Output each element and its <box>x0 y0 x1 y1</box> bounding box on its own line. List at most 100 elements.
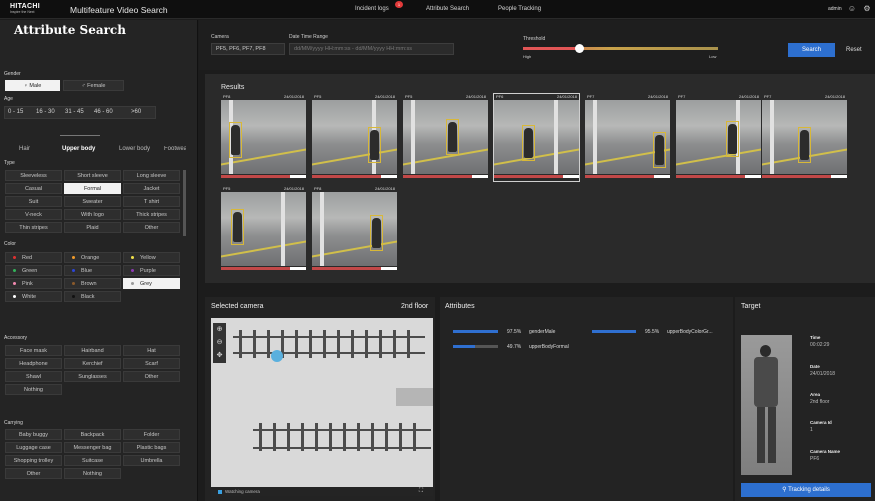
type-option[interactable]: Suit <box>5 196 62 207</box>
color-name: Red <box>22 255 33 261</box>
gear-icon[interactable]: ⚙ <box>862 4 872 14</box>
carrying-label: Carrying <box>4 420 23 426</box>
gender-label: Gender <box>4 71 21 77</box>
zoom-in-icon[interactable]: ⊕ <box>213 323 226 336</box>
carrying-option[interactable]: Other <box>5 468 62 479</box>
reset-button[interactable]: Reset <box>846 47 862 53</box>
pan-icon[interactable]: ✥ <box>213 349 226 362</box>
accessory-option[interactable]: Hat <box>123 345 180 356</box>
color-blue[interactable]: Blue <box>64 265 121 276</box>
color-name: Yellow <box>140 255 156 261</box>
accessory-option[interactable]: Scarf <box>123 358 180 369</box>
camera-floor: 2nd floor <box>401 303 429 310</box>
age-16-30[interactable]: 16 - 30 <box>36 109 55 115</box>
color-black[interactable]: Black <box>64 291 121 302</box>
type-option[interactable]: Long sleeve <box>123 170 180 181</box>
color-white[interactable]: White <box>5 291 62 302</box>
result-thumbnail[interactable]: PF5 24/01/2018 <box>403 94 488 181</box>
carrying-option[interactable]: Shopping trolley <box>5 455 62 466</box>
carrying-option[interactable]: Backpack <box>64 429 121 440</box>
map-gate <box>351 330 354 358</box>
age-31-45[interactable]: 31 - 45 <box>65 109 84 115</box>
age-selector[interactable]: 0 - 15 16 - 30 31 - 45 46 - 60 >60 <box>4 106 156 119</box>
gender-female-button[interactable]: ♂ Female <box>63 80 124 91</box>
type-option[interactable]: Thick stripes <box>123 209 180 220</box>
accessory-option[interactable]: Other <box>123 371 180 382</box>
type-option[interactable]: With logo <box>64 209 121 220</box>
color-brown[interactable]: Brown <box>64 278 121 289</box>
color-purple[interactable]: Purple <box>123 265 180 276</box>
carrying-option[interactable]: Suitcase <box>64 455 121 466</box>
tracking-details-button[interactable]: ⚲ Tracking details <box>741 483 871 497</box>
age-46-60[interactable]: 46 - 60 <box>94 109 113 115</box>
map-gate <box>315 423 318 451</box>
result-thumbnail[interactable]: PF7 24/01/2018 <box>585 94 670 181</box>
color-pink[interactable]: Pink <box>5 278 62 289</box>
threshold-high: High <box>523 54 532 59</box>
color-red[interactable]: Red <box>5 252 62 263</box>
accessory-option[interactable]: Face mask <box>5 345 62 356</box>
type-option[interactable]: Short sleeve <box>64 170 121 181</box>
camera-marker[interactable] <box>271 350 283 362</box>
carrying-option[interactable]: Luggage case <box>5 442 62 453</box>
color-green[interactable]: Green <box>5 265 62 276</box>
tab-hair[interactable]: Hair <box>19 146 30 152</box>
carrying-option[interactable]: Umbrella <box>123 455 180 466</box>
camera-select[interactable]: PF5, PF6, PF7, PF8 <box>211 43 285 55</box>
type-option[interactable]: T shirt <box>123 196 180 207</box>
type-option-selected[interactable]: Formal <box>64 183 121 194</box>
result-thumbnail[interactable]: PF6 24/01/2018 <box>493 93 580 182</box>
result-thumbnail[interactable]: PF8 24/01/2018 <box>221 94 306 181</box>
type-option[interactable]: Sleeveless <box>5 170 62 181</box>
user-name[interactable]: admin <box>828 6 842 12</box>
type-option[interactable]: Other <box>123 222 180 233</box>
result-thumbnail[interactable]: PF7 24/01/2018 <box>676 94 761 181</box>
carrying-option[interactable]: Messenger bag <box>64 442 121 453</box>
accessory-option[interactable]: Nothing <box>5 384 62 395</box>
accessory-option[interactable]: Headphone <box>5 358 62 369</box>
accessory-option[interactable]: Hairband <box>64 345 121 356</box>
type-option[interactable]: Plaid <box>64 222 121 233</box>
map-gate <box>393 330 396 358</box>
time-label: Time <box>810 335 821 340</box>
result-thumbnail[interactable]: PF7 24/01/2018 <box>762 94 847 181</box>
result-thumbnail[interactable]: PF5 24/01/2018 <box>312 94 397 181</box>
carrying-option[interactable]: Plastic bags <box>123 442 180 453</box>
color-yellow[interactable]: Yellow <box>123 252 180 263</box>
type-option[interactable]: Jacket <box>123 183 180 194</box>
age-label: Age <box>4 96 13 102</box>
age-0-15[interactable]: 0 - 15 <box>8 109 23 115</box>
result-thumbnail[interactable]: PF8 24/01/2018 <box>312 186 397 273</box>
nav-people-tracking[interactable]: People Tracking <box>498 6 541 12</box>
fullscreen-icon[interactable]: ⛶ <box>416 486 426 496</box>
date-range-input[interactable]: dd/MM/yyyy HH:mm:ss - dd/MM/yyyy HH:mm:s… <box>289 43 454 55</box>
result-thumbnail[interactable]: PF5 24/01/2018 <box>221 186 306 273</box>
carrying-option[interactable]: Baby buggy <box>5 429 62 440</box>
tab-lower-body[interactable]: Lower body <box>119 146 150 152</box>
type-option[interactable]: V-neck <box>5 209 62 220</box>
carrying-option[interactable]: Nothing <box>64 468 121 479</box>
time-value: 00:02:29 <box>810 342 830 348</box>
accessory-option[interactable]: Sunglasses <box>64 371 121 382</box>
nav-incident-logs[interactable]: Incident logs <box>355 6 389 12</box>
type-scrollbar[interactable] <box>183 170 186 236</box>
color-grey-selected[interactable]: Grey <box>123 278 180 289</box>
search-button[interactable]: Search <box>788 43 835 57</box>
app-title: Multifeature Video Search <box>70 5 168 15</box>
gender-male-button[interactable]: ♀ Male <box>5 80 60 91</box>
type-option[interactable]: Thin stripes <box>5 222 62 233</box>
tab-footwear[interactable]: Footwear <box>164 146 186 152</box>
carrying-option[interactable]: Folder <box>123 429 180 440</box>
tab-upper-body[interactable]: Upper body <box>62 146 95 152</box>
accessory-option[interactable]: Kerchief <box>64 358 121 369</box>
nav-attribute-search[interactable]: Attribute Search <box>426 6 469 12</box>
user-icon[interactable]: ☺ <box>847 4 857 14</box>
zoom-out-icon[interactable]: ⊖ <box>213 336 226 349</box>
age-60-plus[interactable]: >60 <box>131 109 141 115</box>
type-option[interactable]: Sweater <box>64 196 121 207</box>
color-orange[interactable]: Orange <box>64 252 121 263</box>
accessory-option[interactable]: Shawl <box>5 371 62 382</box>
type-option[interactable]: Casual <box>5 183 62 194</box>
threshold-handle[interactable] <box>575 44 584 53</box>
floor-map[interactable] <box>211 318 433 496</box>
